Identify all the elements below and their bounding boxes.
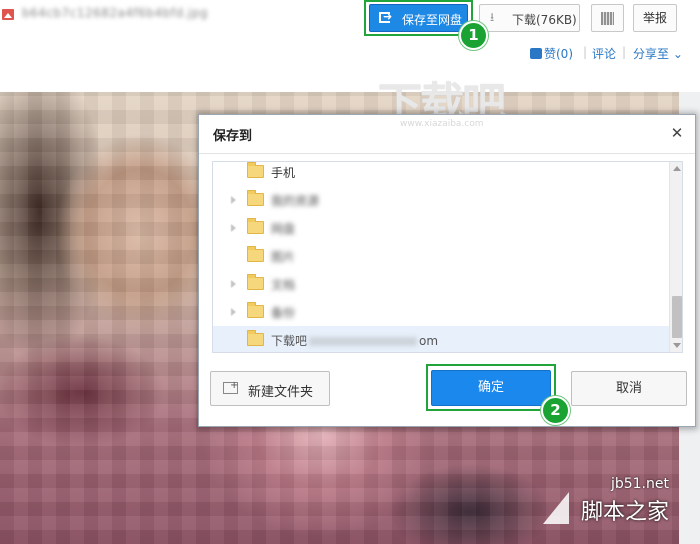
- expand-arrow-icon[interactable]: [231, 280, 236, 288]
- scroll-down-icon[interactable]: [673, 343, 681, 348]
- folder-label: 备份: [271, 306, 296, 320]
- folder-icon: [247, 246, 264, 262]
- thumbs-up-icon: [530, 48, 542, 59]
- qr-code-button[interactable]: [591, 4, 624, 32]
- folder-label-suffix: om: [419, 334, 439, 348]
- folder-icon: [247, 190, 264, 206]
- share-link[interactable]: 分享至 ⌄: [633, 45, 683, 62]
- folder-item[interactable]: 网盘: [213, 214, 669, 242]
- expand-arrow-icon[interactable]: [231, 196, 236, 204]
- folder-label: 我的资源: [271, 194, 320, 208]
- new-folder-icon: [223, 380, 238, 394]
- folder-label: 图片: [271, 250, 296, 264]
- step-badge-2: 2: [541, 396, 570, 425]
- cancel-button[interactable]: 取消: [571, 371, 687, 406]
- file-name: b64cb7c12682a4f6b4bfd.jpg: [22, 6, 208, 20]
- folder-label: 网盘: [271, 222, 296, 236]
- download-button[interactable]: ⭳ 下载(76KB): [479, 4, 580, 32]
- folder-tree: 手机 我的资源 网盘 图片 文档 备份 下载吧 om: [212, 161, 683, 353]
- close-icon[interactable]: ✕: [669, 125, 685, 141]
- folder-item[interactable]: 备份: [213, 298, 669, 326]
- qr-code-icon: [601, 12, 614, 25]
- folder-icon: [247, 162, 264, 178]
- new-folder-button[interactable]: 新建文件夹: [210, 371, 330, 406]
- separator: |: [622, 45, 627, 59]
- confirm-button[interactable]: 确定: [431, 370, 551, 406]
- download-icon: ⭳: [490, 10, 495, 24]
- like-label: 赞(0): [544, 47, 573, 61]
- folder-icon: [247, 274, 264, 290]
- top-toolbar: b64cb7c12682a4f6b4bfd.jpg 保存至网盘 ⭳ 下载(76K…: [0, 0, 700, 92]
- like-link[interactable]: 赞(0): [530, 45, 573, 62]
- folder-item[interactable]: 图片: [213, 242, 669, 270]
- folder-item[interactable]: 文档: [213, 270, 669, 298]
- site-logo: jb51.net 脚本之家: [543, 476, 671, 538]
- watermark-url: www.xiazaiba.com: [400, 119, 484, 129]
- image-file-icon: [2, 9, 14, 20]
- folder-label: 下载吧 om: [271, 332, 438, 349]
- report-button[interactable]: 举报: [633, 4, 677, 32]
- vertical-scrollbar[interactable]: [669, 162, 682, 352]
- folder-item[interactable]: 手机: [213, 162, 669, 186]
- step-badge-1: 1: [459, 21, 488, 50]
- redacted-text: [309, 337, 418, 346]
- download-label: 下载(76KB): [512, 13, 577, 27]
- folder-label: 手机: [271, 166, 296, 180]
- site-logo-url: jb51.net: [610, 476, 669, 492]
- folder-item-selected[interactable]: 下载吧 om: [213, 326, 669, 352]
- scroll-up-icon[interactable]: [673, 166, 681, 171]
- share-label: 分享至: [633, 47, 670, 61]
- folder-icon: [247, 218, 264, 234]
- separator: |: [583, 45, 588, 59]
- divider: [199, 153, 695, 154]
- folder-icon: [247, 302, 264, 318]
- new-folder-label: 新建文件夹: [248, 385, 314, 400]
- site-logo-name: 脚本之家: [580, 500, 669, 525]
- comment-link[interactable]: 评论: [592, 45, 616, 62]
- scroll-thumb[interactable]: [672, 296, 682, 338]
- folder-label-prefix: 下载吧: [271, 334, 308, 348]
- logo-mark-icon: [543, 492, 569, 524]
- expand-arrow-icon[interactable]: [231, 308, 236, 316]
- folder-label: 文档: [271, 278, 296, 292]
- save-to-dialog: 保存到 ✕ 手机 我的资源 网盘 图片 文档 备份 下载吧 om + 新建文件夹…: [198, 114, 696, 427]
- folder-icon: [247, 330, 264, 346]
- dialog-title: 保存到: [213, 129, 253, 144]
- expand-arrow-icon[interactable]: [231, 224, 236, 232]
- highlight-box-step-1: [364, 0, 473, 36]
- folder-item[interactable]: 我的资源: [213, 186, 669, 214]
- chevron-down-icon: ⌄: [672, 47, 683, 61]
